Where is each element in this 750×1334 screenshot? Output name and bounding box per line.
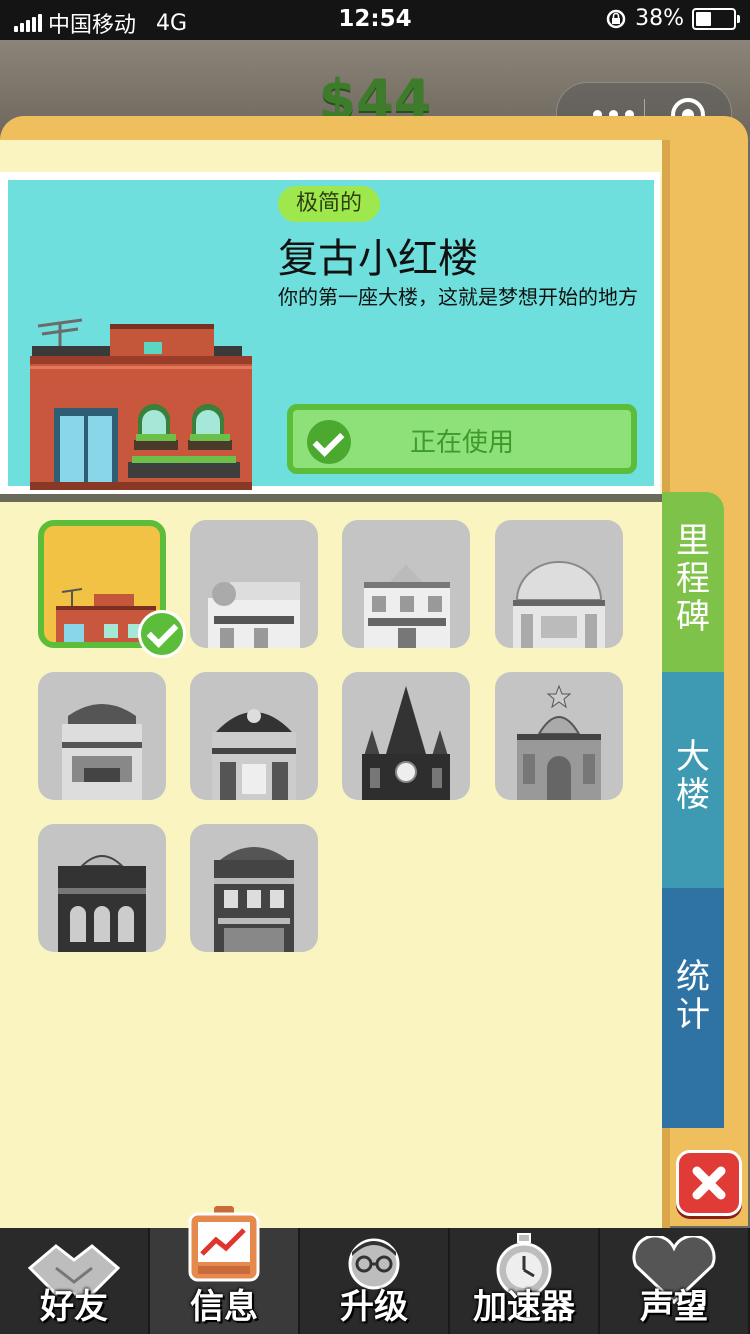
building-title: 复古小红楼: [278, 236, 478, 282]
building-tile-8[interactable]: [495, 672, 623, 800]
close-icon: [692, 1166, 726, 1200]
building-tile-4[interactable]: [495, 520, 623, 648]
card-divider: [0, 494, 662, 502]
status-bar: 中国移动 4G 12:54 38%: [0, 0, 750, 40]
retro-red-building-illustration: [30, 318, 252, 490]
locked-building-icon: [517, 684, 601, 800]
nav-reputation-label: 声望: [640, 1287, 708, 1327]
building-tile-10[interactable]: [190, 824, 318, 952]
nav-reputation[interactable]: 声望: [600, 1228, 748, 1334]
nav-friends-label: 好友: [40, 1287, 108, 1327]
selected-check-icon: [138, 610, 186, 658]
in-use-label: 正在使用: [409, 428, 514, 458]
nav-info-label: 信息: [190, 1287, 258, 1327]
close-button[interactable]: [676, 1150, 742, 1216]
style-tag: 极简的: [278, 186, 381, 222]
building-tile-9[interactable]: [38, 824, 166, 952]
battery-icon: [692, 7, 740, 30]
bottom-nav: 好友 信息 升级 加速器 声望: [0, 1206, 750, 1334]
in-use-button[interactable]: 正在使用: [287, 404, 637, 474]
locked-building-icon: [214, 847, 294, 952]
nav-upgrade[interactable]: 升级: [300, 1228, 448, 1334]
building-tile-7[interactable]: [342, 672, 470, 800]
locked-building-icon: [58, 855, 146, 952]
locked-building-icon: [208, 582, 300, 648]
locked-building-icon: [513, 561, 605, 648]
nav-upgrade-label: 升级: [340, 1287, 408, 1327]
tab-milestone[interactable]: 里程碑: [662, 492, 724, 680]
rotation-lock-icon: [606, 9, 626, 28]
locked-building-icon: [362, 686, 450, 800]
building-description: 你的第一座大楼，这就是梦想开始的地方: [278, 285, 638, 309]
tab-stats-label: 统计: [676, 957, 710, 1035]
status-right: 38%: [605, 6, 740, 31]
building-tile-3[interactable]: [342, 520, 470, 648]
tab-stats[interactable]: 统计: [662, 888, 724, 1128]
building-tile-6[interactable]: [190, 672, 318, 800]
tab-building[interactable]: 大楼: [662, 672, 724, 894]
nav-accelerator-label: 加速器: [473, 1287, 575, 1327]
nav-accelerator[interactable]: 加速器: [450, 1228, 598, 1334]
building-tile-2[interactable]: [190, 520, 318, 648]
battery-percent: 38%: [635, 6, 684, 31]
building-tile-5[interactable]: [38, 672, 166, 800]
tab-milestone-label: 里程碑: [676, 521, 710, 637]
nav-friends[interactable]: 好友: [0, 1228, 148, 1334]
locked-building-icon: [212, 709, 296, 800]
tab-building-label: 大楼: [676, 737, 710, 815]
nav-info[interactable]: 信息: [150, 1206, 298, 1334]
locked-building-icon: [62, 704, 142, 800]
locked-building-icon: [364, 564, 450, 648]
